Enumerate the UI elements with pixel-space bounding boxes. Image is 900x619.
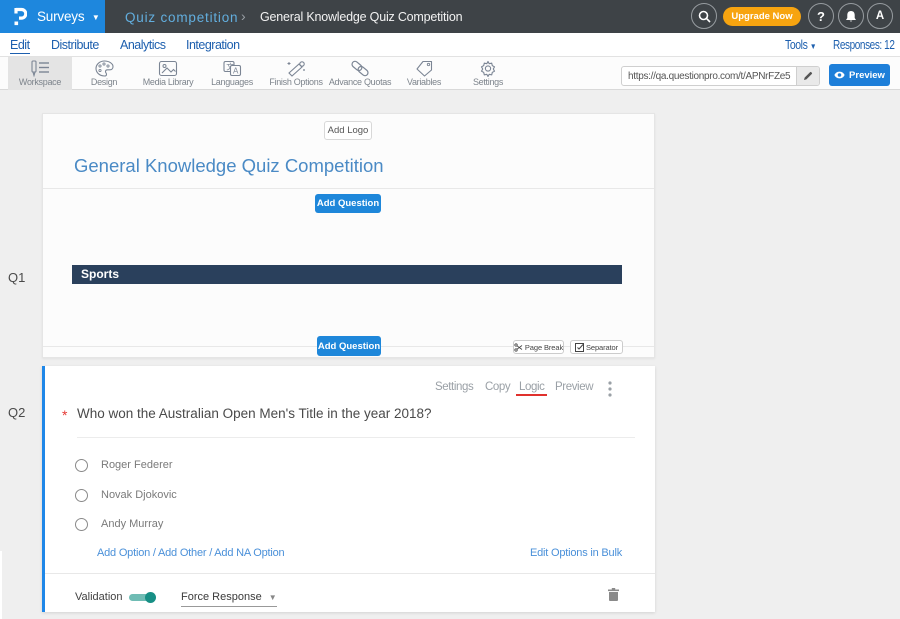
svg-text:A: A xyxy=(233,67,239,76)
